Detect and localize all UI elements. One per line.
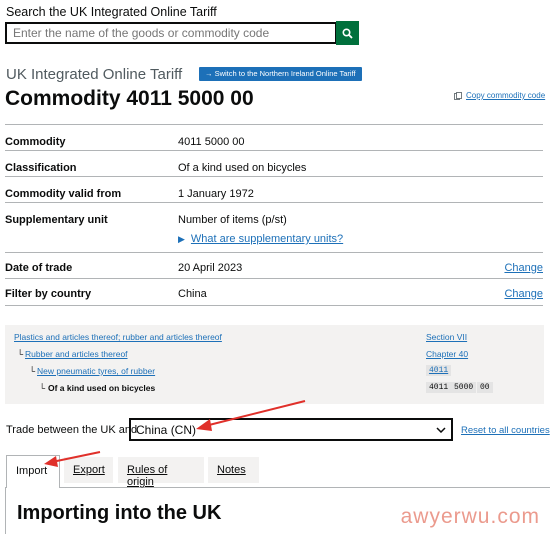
annotation-arrow — [51, 451, 101, 463]
arrowhead-icon — [44, 456, 58, 467]
annotation-arrow — [204, 400, 306, 427]
annotation-arrows — [44, 400, 306, 467]
watermark: awyerwu.com — [400, 505, 540, 528]
arrowhead-icon — [196, 419, 212, 431]
